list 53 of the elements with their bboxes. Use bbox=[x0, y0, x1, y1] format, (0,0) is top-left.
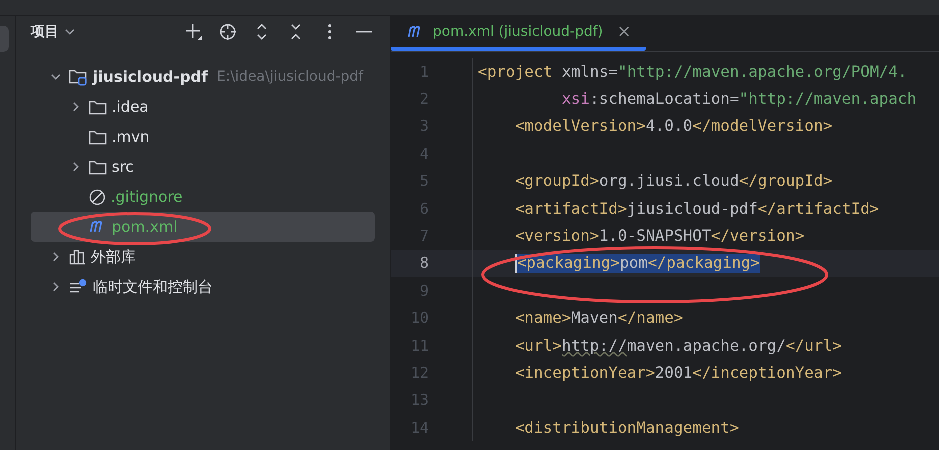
tree-item[interactable]: .idea bbox=[31, 92, 375, 122]
chevron-down-icon bbox=[65, 28, 75, 36]
more-icon bbox=[328, 24, 332, 40]
code-line: <artifactId>jiusicloud-pdf</artifactId> bbox=[514, 200, 880, 218]
folder-icon bbox=[89, 160, 107, 174]
line-number: 8 bbox=[418, 254, 429, 272]
scratch-icon bbox=[69, 279, 88, 295]
code-line: <inceptionYear>2001</inceptionYear> bbox=[514, 364, 842, 382]
chevron-right-icon[interactable] bbox=[71, 102, 81, 112]
item-path: E:\idea\jiusicloud-pdf bbox=[217, 69, 364, 85]
chevron-down-icon[interactable] bbox=[51, 72, 61, 82]
code-line: <url>http://maven.apache.org/</url> bbox=[514, 336, 842, 355]
close-icon[interactable]: × bbox=[617, 22, 632, 42]
tree-item[interactable]: 临时文件和控制台 bbox=[31, 272, 375, 302]
tree-item[interactable]: .mvn bbox=[31, 122, 375, 152]
tree-item[interactable]: 外部库 bbox=[31, 242, 375, 272]
code-line: <groupId>org.jiusi.cloud</groupId> bbox=[514, 172, 833, 190]
item-label: .mvn bbox=[112, 128, 150, 146]
toolbar-button[interactable] bbox=[184, 22, 204, 42]
folder-icon bbox=[89, 100, 107, 114]
code-line: xsi:schemaLocation="http://maven.apach bbox=[560, 90, 917, 108]
item-label: 临时文件和控制台 bbox=[93, 278, 213, 296]
chevron-right-icon[interactable] bbox=[51, 282, 61, 292]
code-line: <distributionManagement> bbox=[514, 418, 740, 437]
chevron-right-icon[interactable] bbox=[51, 252, 61, 262]
tree-item[interactable]: jiusicloud-pdf E:\idea\jiusicloud-pdf bbox=[31, 62, 375, 92]
collapse-icon bbox=[290, 23, 302, 41]
minimize-icon bbox=[355, 30, 373, 34]
target-icon bbox=[219, 23, 237, 41]
folder-icon bbox=[69, 68, 88, 86]
tree-item[interactable]: src bbox=[31, 152, 375, 182]
prohibited-icon bbox=[89, 188, 106, 206]
folder-icon bbox=[89, 130, 107, 144]
tree-item[interactable]: pom.xml bbox=[31, 212, 375, 242]
toolbar-button[interactable] bbox=[218, 22, 238, 42]
panel-title[interactable]: 项目 bbox=[31, 23, 75, 41]
chevron-right-icon[interactable] bbox=[71, 162, 81, 172]
editor-tab[interactable]: pom.xml (jiusicloud-pdf) × bbox=[391, 16, 646, 51]
add-icon bbox=[185, 23, 203, 41]
code-line: <version>1.0-SNAPSHOT</version> bbox=[514, 227, 805, 246]
item-label: .gitignore bbox=[111, 188, 183, 206]
item-label: src bbox=[112, 158, 134, 176]
code-line: <project xmlns="http://maven.apache.org/POM/4. bbox=[478, 62, 908, 81]
item-label: 外部库 bbox=[91, 248, 136, 266]
item-label: .idea bbox=[112, 98, 149, 116]
library-icon bbox=[69, 249, 86, 265]
code-line: <modelVersion>4.0.0</modelVersion> bbox=[514, 117, 833, 136]
code-line: <name>Maven</name> bbox=[514, 309, 684, 328]
item-label: pom.xml bbox=[112, 218, 178, 236]
code-line: <packaging>pom</packaging> bbox=[514, 254, 760, 273]
expand-icon bbox=[256, 23, 268, 41]
item-label: jiusicloud-pdf bbox=[93, 68, 208, 86]
tree-item[interactable]: .gitignore bbox=[31, 182, 375, 212]
